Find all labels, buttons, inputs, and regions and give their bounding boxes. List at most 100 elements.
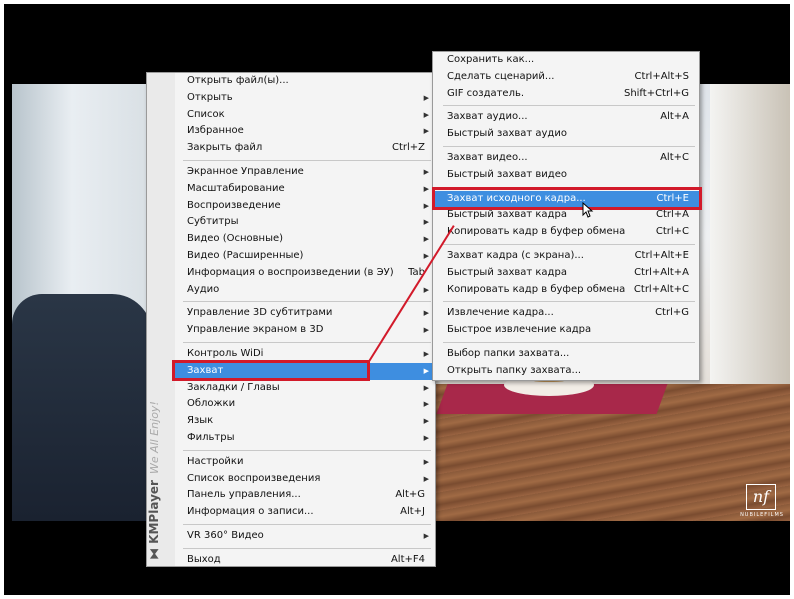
submenu-arrow-icon: ▶ xyxy=(423,400,429,409)
capture-menu-item[interactable]: Быстрое извлечение кадра xyxy=(435,322,699,339)
capture-menu-item[interactable]: Захват аудио... Alt+A xyxy=(435,109,699,126)
submenu-arrow-icon: ▶ xyxy=(423,235,429,244)
menu-item-label: Настройки xyxy=(187,455,244,467)
annotation-box-source-frame xyxy=(432,187,702,210)
menu-item[interactable]: Язык ▶ xyxy=(175,413,435,430)
capture-menu-item-label: Быстрый захват кадра xyxy=(447,209,567,221)
capture-menu-item[interactable]: Копировать кадр в буфер обмена Ctrl+C xyxy=(435,224,699,241)
menu-item-label: Панель управления... xyxy=(187,489,301,501)
menu-item[interactable]: Субтитры ▶ xyxy=(175,214,435,231)
capture-submenu-items: Сохранить как... Сделать сценарий... Ctrl+… xyxy=(435,52,699,380)
capture-menu-item[interactable]: Быстрый захват кадра Ctrl+Alt+A xyxy=(435,265,699,282)
kmplayer-logo-icon: ⧓ xyxy=(147,543,161,560)
menu-item-label: Контроль WiDi xyxy=(187,347,264,359)
submenu-arrow-icon: ▶ xyxy=(423,184,429,193)
submenu-arrow-icon: ▶ xyxy=(423,474,429,483)
menu-separator xyxy=(443,243,695,245)
capture-menu-item[interactable]: Захват видео... Alt+C xyxy=(435,150,699,167)
menu-item[interactable]: Фильтры ▶ xyxy=(175,430,435,447)
brand-name: KMPlayer xyxy=(147,480,161,544)
menu-item[interactable]: Видео (Расширенные) ▶ xyxy=(175,248,435,265)
capture-menu-item[interactable]: Извлечение кадра... Ctrl+G xyxy=(435,305,699,322)
watermark-logo: nf xyxy=(746,484,776,510)
submenu-arrow-icon: ▶ xyxy=(423,457,429,466)
capture-menu-item-shortcut: Shift+Ctrl+G xyxy=(623,87,689,99)
brand-strip: ⧓ KMPlayer We All Enjoy! xyxy=(147,73,175,566)
capture-menu-item[interactable]: GIF создатель. Shift+Ctrl+G xyxy=(435,86,699,103)
menu-item[interactable]: VR 360° Видео ▶ xyxy=(175,528,435,545)
menu-item-label: Информация о воспроизведении (в ЭУ) xyxy=(187,266,394,278)
menu-item[interactable]: Список ▶ xyxy=(175,107,435,124)
menu-item-label: Язык xyxy=(187,415,214,427)
submenu-arrow-icon: ▶ xyxy=(423,218,429,227)
capture-menu-item-shortcut: Ctrl+C xyxy=(655,226,689,238)
menu-item-label: Видео (Основные) xyxy=(187,233,284,245)
menu-item[interactable]: Настройки ▶ xyxy=(175,454,435,471)
capture-menu-item-shortcut: Ctrl+Alt+A xyxy=(634,266,689,278)
capture-menu-item[interactable]: Открыть папку захвата... xyxy=(435,363,699,380)
menu-item-label: Субтитры xyxy=(187,216,239,228)
menu-item-shortcut: Alt+J xyxy=(400,506,425,518)
menu-item[interactable]: Закрыть файл Ctrl+Z xyxy=(175,140,435,157)
menu-separator xyxy=(183,547,431,549)
submenu-arrow-icon: ▶ xyxy=(423,93,429,102)
capture-menu-item[interactable]: Быстрый захват видео xyxy=(435,167,699,184)
submenu-arrow-icon: ▶ xyxy=(423,127,429,136)
capture-menu-item-label: Быстрое извлечение кадра xyxy=(447,324,592,336)
capture-menu-item[interactable]: Быстрый захват аудио xyxy=(435,126,699,143)
menu-item[interactable]: Панель управления... Alt+G xyxy=(175,487,435,504)
menu-item-label: Управление 3D субтитрами xyxy=(187,307,333,319)
menu-item-label: Обложки xyxy=(187,398,236,410)
menu-item[interactable]: Аудио ▶ xyxy=(175,282,435,299)
menu-item-label: Фильтры xyxy=(187,431,235,443)
annotation-box-capture xyxy=(172,360,370,381)
menu-item[interactable]: Экранное Управление ▶ xyxy=(175,164,435,181)
capture-menu-item-label: Быстрый захват аудио xyxy=(447,128,567,140)
capture-menu-item[interactable]: Сохранить как... xyxy=(435,52,699,69)
menu-item[interactable]: Список воспроизведения ▶ xyxy=(175,471,435,488)
submenu-arrow-icon: ▶ xyxy=(423,285,429,294)
menu-item[interactable]: Управление экраном в 3D ▶ xyxy=(175,322,435,339)
menu-separator xyxy=(183,159,431,161)
submenu-arrow-icon: ▶ xyxy=(423,349,429,358)
capture-menu-item-label: Захват кадра (с экрана)... xyxy=(447,249,584,261)
brand: ⧓ KMPlayer We All Enjoy! xyxy=(147,401,173,560)
capture-menu-item-label: Быстрый захват кадра xyxy=(447,266,567,278)
menu-item[interactable]: Открыть ▶ xyxy=(175,90,435,107)
menu-item[interactable]: Закладки / Главы ▶ xyxy=(175,380,435,397)
capture-menu-item[interactable]: Копировать кадр в буфер обмена Ctrl+Alt+C xyxy=(435,282,699,299)
capture-menu-item-label: Захват видео... xyxy=(447,151,528,163)
chair xyxy=(12,294,152,521)
menu-item-label: Избранное xyxy=(187,125,244,137)
menu-item[interactable]: Видео (Основные) ▶ xyxy=(175,231,435,248)
menu-separator xyxy=(183,301,431,303)
brand-tagline: We All Enjoy! xyxy=(148,401,161,475)
menu-item[interactable]: Открыть файл(ы)... xyxy=(175,73,435,90)
submenu-arrow-icon: ▶ xyxy=(423,110,429,119)
menu-item[interactable]: Обложки ▶ xyxy=(175,396,435,413)
capture-menu-item-shortcut: Ctrl+G xyxy=(655,307,689,319)
menu-item-label: Список воспроизведения xyxy=(187,472,321,484)
menu-item-label: VR 360° Видео xyxy=(187,529,264,541)
menu-item[interactable]: Избранное ▶ xyxy=(175,123,435,140)
menu-item[interactable]: Выход Alt+F4 xyxy=(175,552,435,569)
capture-menu-item[interactable]: Захват кадра (с экрана)... Ctrl+Alt+E xyxy=(435,248,699,265)
capture-menu-item-shortcut: Ctrl+Alt+C xyxy=(633,283,689,295)
menu-item[interactable]: Воспроизведение ▶ xyxy=(175,198,435,215)
menu-item-label: Открыть файл(ы)... xyxy=(187,75,289,86)
menu-item[interactable]: Масштабирование ▶ xyxy=(175,181,435,198)
menu-separator xyxy=(443,301,695,303)
menu-item[interactable]: Информация о записи... Alt+J xyxy=(175,504,435,521)
capture-menu-item[interactable]: Сделать сценарий... Ctrl+Alt+S xyxy=(435,69,699,86)
menu-separator xyxy=(183,449,431,451)
context-menu-items: Открыть файл(ы)... Открыть ▶ Список ▶ Избранн… xyxy=(175,73,435,569)
capture-menu-item[interactable]: Выбор папки захвата... xyxy=(435,346,699,363)
menu-item-label: Открыть xyxy=(187,91,233,103)
submenu-arrow-icon: ▶ xyxy=(423,309,429,318)
menu-item-shortcut: Alt+F4 xyxy=(390,553,425,565)
menu-item-label: Воспроизведение xyxy=(187,199,281,211)
capture-menu-item-label: Выбор папки захвата... xyxy=(447,347,570,359)
menu-item[interactable]: Информация о воспроизведении (в ЭУ) Tab xyxy=(175,265,435,282)
menu-item-label: Управление экраном в 3D xyxy=(187,324,324,336)
menu-item-label: Видео (Расширенные) xyxy=(187,249,304,261)
